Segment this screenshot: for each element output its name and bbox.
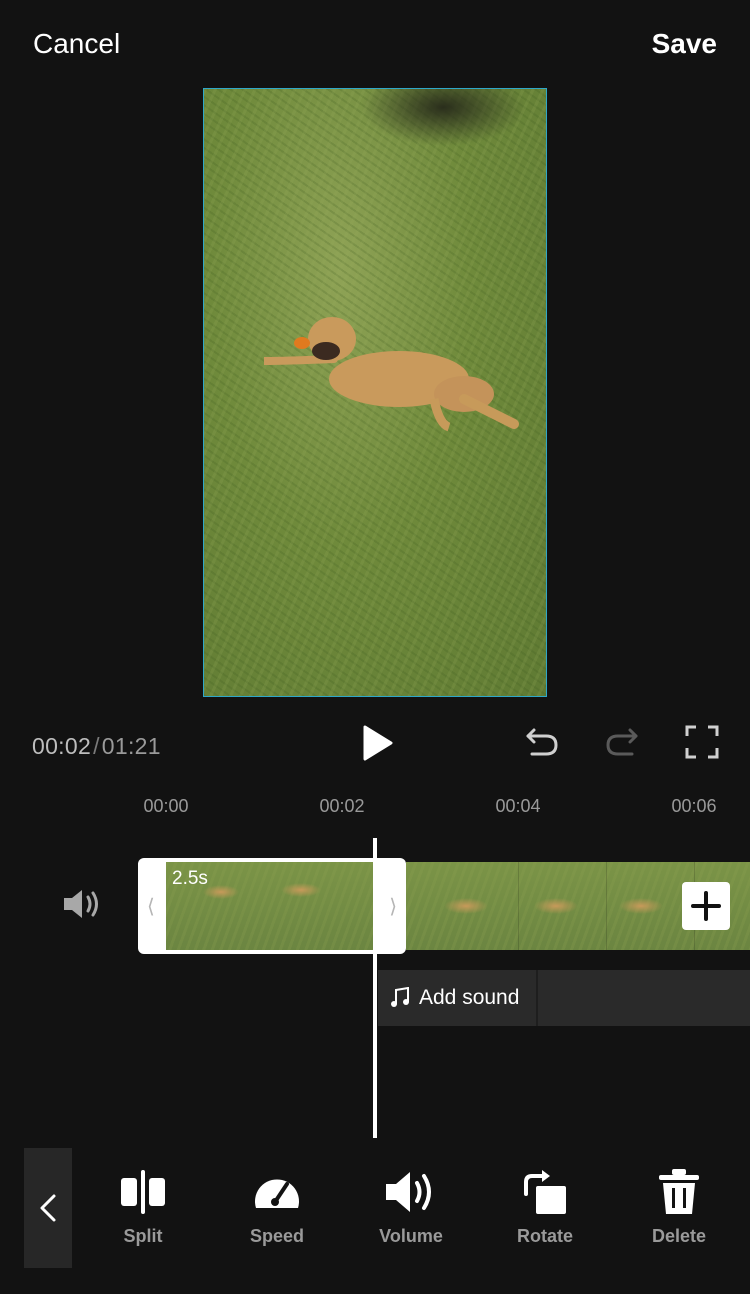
current-time: 00:02 — [32, 733, 92, 759]
play-icon[interactable] — [362, 725, 394, 761]
fullscreen-icon[interactable] — [685, 725, 719, 759]
redo-icon — [606, 728, 638, 756]
dog-image — [264, 317, 519, 432]
split-label: Split — [123, 1226, 163, 1246]
plus-icon — [691, 891, 721, 921]
add-sound-button[interactable]: Add sound — [378, 970, 750, 1026]
volume-icon — [386, 1172, 431, 1212]
volume-button[interactable]: Volume — [361, 1166, 461, 1247]
playback-time: 00:02/01:21 — [32, 733, 161, 760]
rotate-button[interactable]: Rotate — [495, 1166, 595, 1247]
delete-button[interactable]: Delete — [629, 1166, 729, 1247]
trim-handle-left[interactable]: ⟨ — [147, 894, 155, 919]
rotate-icon — [524, 1170, 566, 1214]
rotate-label: Rotate — [516, 1226, 573, 1246]
playhead[interactable] — [373, 838, 377, 1138]
speed-label: Speed — [249, 1226, 305, 1246]
delete-label: Delete — [651, 1226, 707, 1246]
clip-duration: 2.5s — [172, 868, 208, 889]
speed-button[interactable]: Speed — [227, 1166, 327, 1247]
split-icon — [121, 1170, 165, 1214]
chevron-left-icon — [40, 1194, 56, 1222]
add-sound-label: Add sound — [419, 986, 520, 1009]
undo-icon[interactable] — [524, 724, 560, 758]
save-button[interactable]: Save — [652, 28, 717, 60]
ruler-tick: 00:00 — [143, 796, 189, 816]
clip-volume-icon[interactable] — [62, 887, 102, 921]
music-note-icon — [391, 987, 409, 1007]
add-clip-button[interactable] — [682, 882, 730, 930]
video-preview[interactable] — [203, 88, 547, 697]
ruler-tick: 00:06 — [671, 796, 717, 816]
trash-icon — [659, 1169, 699, 1214]
ruler-tick: 00:04 — [495, 796, 541, 816]
volume-label: Volume — [379, 1226, 443, 1246]
time-separator: / — [93, 733, 100, 759]
split-button[interactable]: Split — [93, 1166, 193, 1247]
total-time: 01:21 — [101, 733, 161, 759]
selected-clip-thumbnails: 2.5s — [166, 862, 376, 950]
cancel-button[interactable]: Cancel — [33, 28, 120, 60]
selected-clip[interactable]: ⟨ 2.5s ⟩ — [138, 858, 406, 954]
trim-handle-right[interactable]: ⟩ — [389, 894, 397, 919]
back-button[interactable] — [24, 1148, 72, 1268]
ruler-tick: 00:02 — [319, 796, 365, 816]
speed-icon — [255, 1179, 299, 1208]
